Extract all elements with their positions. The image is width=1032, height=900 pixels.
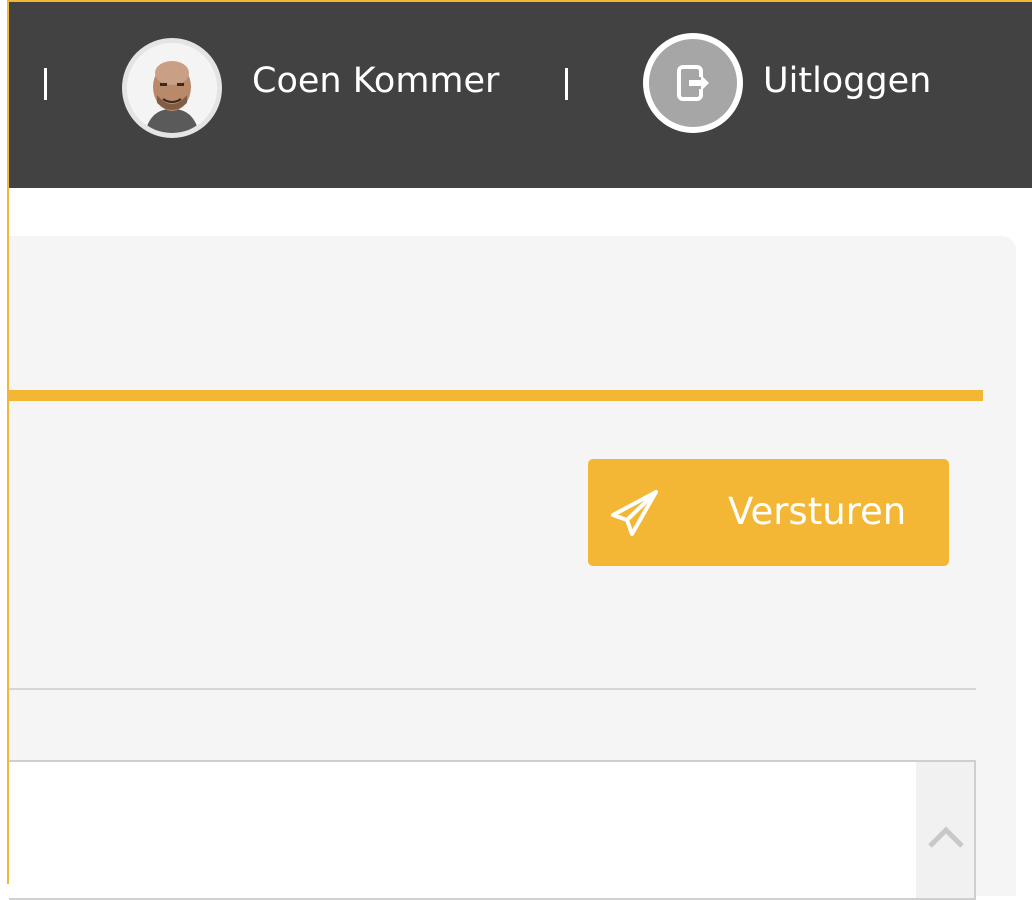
- logout-link[interactable]: Uitloggen: [763, 58, 931, 104]
- send-button-label: Versturen: [728, 490, 907, 533]
- section-divider: [9, 688, 976, 690]
- send-button[interactable]: Versturen: [588, 459, 949, 566]
- avatar-photo: [127, 43, 217, 133]
- logout-glyph: [677, 65, 713, 101]
- paper-plane-icon: [611, 490, 658, 536]
- frame-border-top: [7, 0, 1032, 2]
- logout-icon[interactable]: [643, 33, 743, 133]
- textarea-scrollbar[interactable]: [916, 762, 974, 898]
- top-navigation-bar: Coen Kommer Uitloggen: [9, 0, 1032, 188]
- chevron-up-icon[interactable]: [926, 822, 966, 852]
- user-name[interactable]: Coen Kommer: [252, 58, 499, 104]
- frame-border-left: [7, 0, 9, 884]
- nav-separator: [565, 68, 568, 100]
- nav-separator: [44, 68, 47, 100]
- user-avatar[interactable]: [122, 38, 222, 138]
- message-textarea[interactable]: [9, 760, 976, 900]
- accent-divider: [9, 390, 983, 401]
